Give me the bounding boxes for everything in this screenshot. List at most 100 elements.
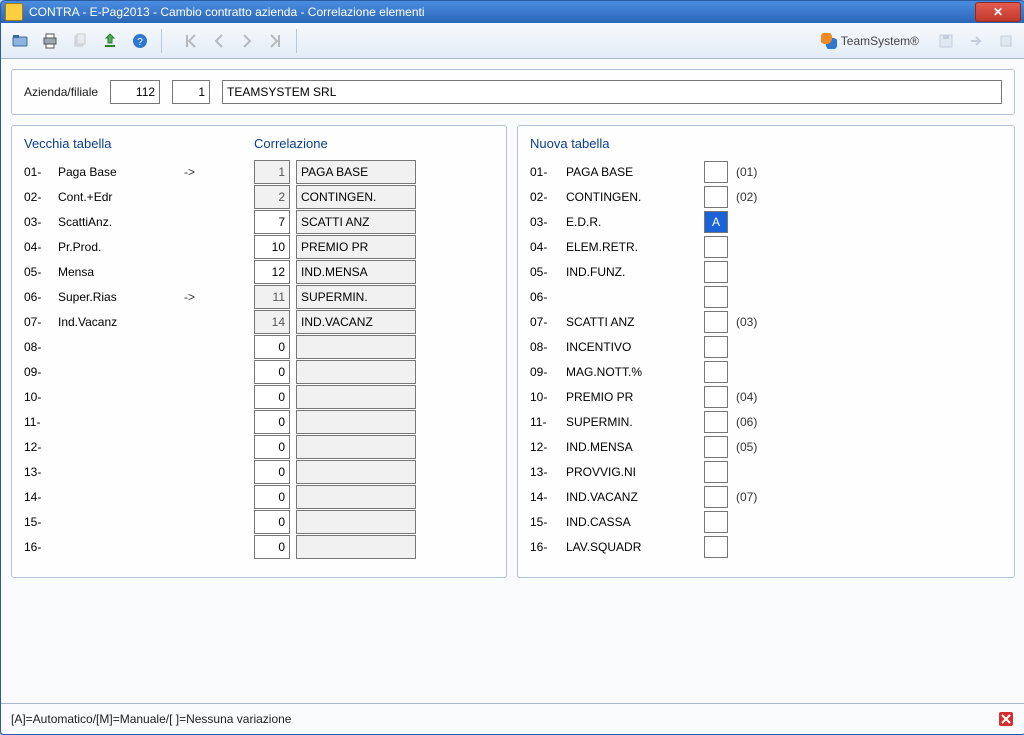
correlation-text-input[interactable]: [296, 410, 416, 434]
new-desc: SUPERMIN.: [566, 415, 696, 429]
correlation-text-input[interactable]: [296, 360, 416, 384]
correlation-number-input[interactable]: [254, 460, 290, 484]
correlation-text-input[interactable]: [296, 435, 416, 459]
window-title: CONTRA - E-Pag2013 - Cambio contratto az…: [29, 5, 973, 19]
content-area: Azienda/filiale Vecchia tabella 01-Paga …: [1, 59, 1024, 703]
correlation-row: [254, 534, 494, 559]
row-index: 12-: [530, 440, 558, 454]
mode-box-input[interactable]: [704, 486, 728, 508]
brand-logo-icon: [821, 33, 837, 49]
correlation-text-input[interactable]: [296, 260, 416, 284]
correlation-number-input[interactable]: [254, 510, 290, 534]
mode-box-input[interactable]: [704, 286, 728, 308]
help-button[interactable]: ?: [127, 28, 153, 54]
old-table-row: 08-: [24, 334, 254, 359]
new-table-title: Nuova tabella: [530, 136, 1002, 151]
correlation-number-input[interactable]: [254, 210, 290, 234]
row-index: 02-: [530, 190, 558, 204]
correlation-text-input[interactable]: [296, 310, 416, 334]
nav-prev-button[interactable]: [206, 28, 232, 54]
export-button[interactable]: [97, 28, 123, 54]
new-table-row: 10-PREMIO PR(04): [530, 384, 1002, 409]
save-button[interactable]: [933, 28, 959, 54]
close-button[interactable]: ✕: [975, 2, 1021, 22]
correlation-text-input[interactable]: [296, 510, 416, 534]
forward-button[interactable]: [963, 28, 989, 54]
correlation-number-input[interactable]: [254, 385, 290, 409]
status-close-button[interactable]: [997, 710, 1015, 728]
new-desc: IND.MENSA: [566, 440, 696, 454]
old-table-row: 03-ScattiAnz.: [24, 209, 254, 234]
row-index: 16-: [530, 540, 558, 554]
correlation-text-input[interactable]: [296, 335, 416, 359]
new-desc: INCENTIVO: [566, 340, 696, 354]
mode-box-input[interactable]: [704, 386, 728, 408]
new-ref: (01): [736, 165, 757, 179]
mode-box-input[interactable]: [704, 161, 728, 183]
mode-box-input[interactable]: [704, 361, 728, 383]
correlation-number-input[interactable]: [254, 435, 290, 459]
mode-box-input[interactable]: [704, 261, 728, 283]
mode-box-input[interactable]: [704, 461, 728, 483]
row-index: 05-: [24, 265, 52, 279]
correlation-number-input[interactable]: [254, 335, 290, 359]
correlation-text-input[interactable]: [296, 185, 416, 209]
correlation-number-input[interactable]: [254, 285, 290, 309]
app-icon: [5, 3, 23, 21]
stop-button[interactable]: [993, 28, 1019, 54]
correlation-text-input[interactable]: [296, 285, 416, 309]
mode-box-input[interactable]: [704, 236, 728, 258]
company-name-input[interactable]: [222, 80, 1002, 104]
correlation-text-input[interactable]: [296, 385, 416, 409]
correlation-number-input[interactable]: [254, 485, 290, 509]
mode-box-input[interactable]: [704, 411, 728, 433]
main-panels: Vecchia tabella 01-Paga Base->02-Cont.+E…: [11, 125, 1015, 578]
mode-box-input[interactable]: [704, 311, 728, 333]
correlation-text-input[interactable]: [296, 535, 416, 559]
new-table-row: 08-INCENTIVO: [530, 334, 1002, 359]
correlation-number-input[interactable]: [254, 160, 290, 184]
old-table-row: 04-Pr.Prod.: [24, 234, 254, 259]
row-index: 01-: [24, 165, 52, 179]
new-desc: ELEM.RETR.: [566, 240, 696, 254]
row-index: 16-: [24, 540, 52, 554]
nav-next-button[interactable]: [234, 28, 260, 54]
correlation-text-input[interactable]: [296, 160, 416, 184]
correlation-number-input[interactable]: [254, 260, 290, 284]
correlation-row: [254, 284, 494, 309]
correlation-text-input[interactable]: [296, 210, 416, 234]
nav-first-button[interactable]: [178, 28, 204, 54]
row-index: 06-: [530, 290, 558, 304]
correlation-row: [254, 184, 494, 209]
nav-last-button[interactable]: [262, 28, 288, 54]
copy-button[interactable]: [67, 28, 93, 54]
app-window: CONTRA - E-Pag2013 - Cambio contratto az…: [0, 0, 1024, 735]
correlation-number-input[interactable]: [254, 360, 290, 384]
correlation-number-input[interactable]: [254, 410, 290, 434]
old-table-row: 13-: [24, 459, 254, 484]
mode-box-input[interactable]: [704, 211, 728, 233]
print-button[interactable]: [37, 28, 63, 54]
correlation-number-input[interactable]: [254, 310, 290, 334]
correlation-number-input[interactable]: [254, 535, 290, 559]
correlation-text-input[interactable]: [296, 460, 416, 484]
mode-box-input[interactable]: [704, 186, 728, 208]
correlation-number-input[interactable]: [254, 185, 290, 209]
company-code-input[interactable]: [110, 80, 160, 104]
correlation-number-input[interactable]: [254, 235, 290, 259]
arrow-icon: ->: [184, 165, 204, 179]
mode-box-input[interactable]: [704, 511, 728, 533]
brand-area: TeamSystem®: [821, 33, 919, 49]
mode-box-input[interactable]: [704, 536, 728, 558]
open-button[interactable]: [7, 28, 33, 54]
correlation-text-input[interactable]: [296, 235, 416, 259]
mode-box-input[interactable]: [704, 436, 728, 458]
toolbar: ? TeamSystem®: [1, 23, 1024, 59]
new-desc: MAG.NOTT.%: [566, 365, 696, 379]
branch-code-input[interactable]: [172, 80, 210, 104]
new-desc: CONTINGEN.: [566, 190, 696, 204]
correlation-text-input[interactable]: [296, 485, 416, 509]
company-header-panel: Azienda/filiale: [11, 69, 1015, 115]
correlation-row: [254, 309, 494, 334]
mode-box-input[interactable]: [704, 336, 728, 358]
